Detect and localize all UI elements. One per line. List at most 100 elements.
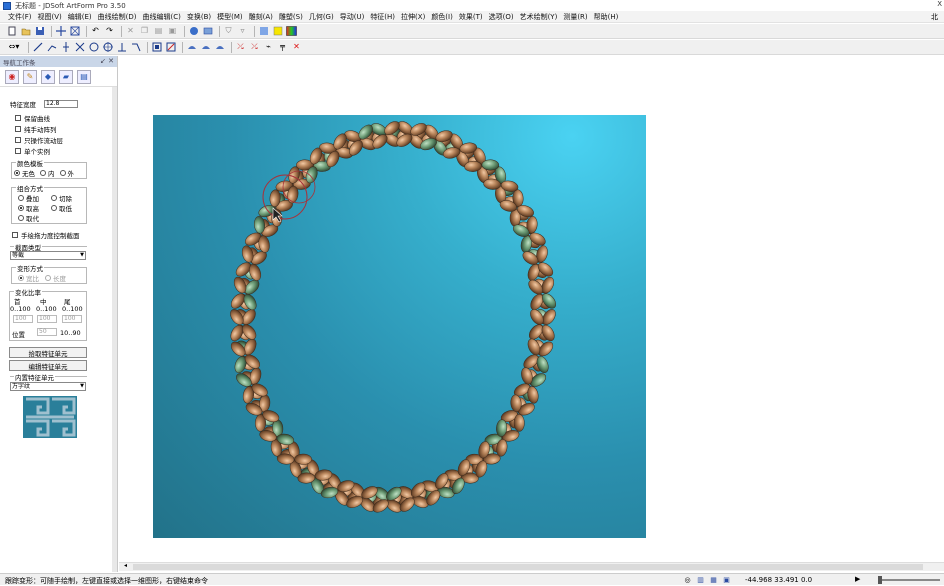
view-icon[interactable] bbox=[202, 26, 213, 37]
menu-item-help[interactable]: 帮助(H) bbox=[594, 12, 619, 22]
keep-curve-checkbox[interactable]: 保留曲线 bbox=[15, 113, 50, 123]
pick-feature-button[interactable]: 拾取特征单元 bbox=[9, 347, 87, 358]
dropper-icon[interactable]: ╤ bbox=[277, 42, 288, 53]
cross-icon[interactable] bbox=[74, 42, 85, 53]
menu-item-guide[interactable]: 导动(U) bbox=[340, 12, 365, 22]
frame-icon[interactable] bbox=[69, 26, 80, 37]
snap2-icon[interactable] bbox=[200, 42, 211, 53]
open-icon[interactable] bbox=[20, 26, 31, 37]
save-icon[interactable] bbox=[34, 26, 45, 37]
vertical-icon[interactable] bbox=[60, 42, 71, 53]
book-tab-icon[interactable]: ▤ bbox=[77, 69, 91, 84]
menu-item-curve-draw[interactable]: 曲线绘制(D) bbox=[98, 12, 137, 22]
yellow-color-icon[interactable] bbox=[272, 26, 283, 37]
combine-high-radio[interactable] bbox=[18, 205, 24, 211]
polyline-icon[interactable] bbox=[46, 42, 57, 53]
grid-icon[interactable] bbox=[55, 26, 66, 37]
play-icon[interactable]: ▶ bbox=[855, 575, 860, 583]
tool1-icon[interactable]: ⤯ bbox=[235, 42, 246, 53]
t-icon[interactable] bbox=[116, 42, 127, 53]
copy-icon[interactable]: ❐ bbox=[139, 26, 150, 37]
menu-item-edit[interactable]: 编辑(E) bbox=[68, 12, 92, 22]
combine-add-radio[interactable] bbox=[18, 195, 24, 201]
shape-tab-icon[interactable]: ◆ bbox=[41, 69, 55, 84]
feature-width-input[interactable]: 12.8 bbox=[44, 100, 78, 108]
canvas-scrollbar[interactable]: ◂ bbox=[119, 562, 944, 571]
line-icon[interactable] bbox=[32, 42, 43, 53]
3d-viewport[interactable] bbox=[153, 115, 646, 538]
hand-draw-control-checkbox[interactable]: 手绘拖力度控制截面 bbox=[12, 230, 80, 240]
color-outer-radio[interactable] bbox=[59, 170, 66, 176]
menu-item-view[interactable]: 视图(V) bbox=[38, 12, 62, 22]
ratio-mid-input[interactable]: 100 bbox=[37, 315, 57, 323]
measure-icon[interactable] bbox=[165, 42, 176, 53]
deform-length-radio[interactable] bbox=[45, 275, 51, 281]
color-inner-radio[interactable] bbox=[40, 170, 46, 176]
new-icon[interactable] bbox=[6, 26, 17, 37]
gradient-color-icon[interactable] bbox=[286, 26, 297, 37]
print-icon[interactable]: ▣ bbox=[167, 26, 178, 37]
builtin-feature-select[interactable]: 万字纹 ▼ bbox=[10, 382, 86, 391]
panel-scrollbar[interactable] bbox=[112, 87, 117, 572]
circle-cross-icon[interactable] bbox=[102, 42, 113, 53]
snap1-icon[interactable] bbox=[186, 42, 197, 53]
cut-icon[interactable]: ✕ bbox=[125, 26, 136, 37]
undo-icon[interactable]: ↶ bbox=[90, 26, 101, 37]
menu-item-options[interactable]: 选项(O) bbox=[489, 12, 514, 22]
menu-item-extrude[interactable]: 拉伸(X) bbox=[401, 12, 425, 22]
zoom-slider[interactable] bbox=[878, 576, 940, 584]
combine-cut-radio[interactable] bbox=[51, 195, 57, 201]
redo-icon[interactable]: ↷ bbox=[104, 26, 115, 37]
paste-icon[interactable]: ▤ bbox=[153, 26, 164, 37]
feature-tab-icon[interactable]: ◉ bbox=[5, 69, 19, 84]
menu-item-art-draw[interactable]: 艺术绘制(Y) bbox=[520, 12, 558, 22]
menu-item-geometry[interactable]: 几何(G) bbox=[309, 12, 334, 22]
grid-icon[interactable]: ▦ bbox=[709, 575, 718, 584]
brush-tab-icon[interactable]: ✎ bbox=[23, 69, 37, 84]
combine-low-radio[interactable] bbox=[51, 205, 57, 211]
menu-item-measure[interactable]: 测量(R) bbox=[563, 12, 587, 22]
menu-item-file[interactable]: 文件(F) bbox=[8, 12, 32, 22]
layers-icon[interactable]: ▥ bbox=[696, 575, 705, 584]
ratio-group: 变化比率 首 中 尾 0..100 0..100 0..100 100 100 … bbox=[9, 287, 87, 341]
menu-item-sculpt[interactable]: 雕塑(S) bbox=[279, 12, 303, 22]
close-window-button[interactable]: X bbox=[937, 0, 942, 8]
menu-item-transform[interactable]: 变换(B) bbox=[187, 12, 211, 22]
scrollbar-thumb[interactable] bbox=[133, 564, 923, 570]
delete-icon[interactable]: ✕ bbox=[291, 42, 302, 53]
scroll-left-arrow-icon[interactable]: ◂ bbox=[124, 562, 127, 569]
edit-feature-button[interactable]: 编辑特征单元 bbox=[9, 360, 87, 371]
menu-item-carve[interactable]: 雕刻(A) bbox=[249, 12, 273, 22]
position-input[interactable]: 50 bbox=[37, 328, 57, 336]
ratio-tail-input[interactable]: 100 bbox=[62, 315, 82, 323]
sphere-icon[interactable] bbox=[188, 26, 199, 37]
menu-item-feature[interactable]: 特征(H) bbox=[370, 12, 395, 22]
single-instance-checkbox[interactable]: 单个实例 bbox=[15, 146, 50, 156]
braid-segment bbox=[294, 453, 312, 465]
manual-array-checkbox[interactable]: 纯手动阵列 bbox=[15, 124, 57, 134]
ratio-head-input[interactable]: 100 bbox=[13, 315, 33, 323]
layers-tab-icon[interactable]: ▰ bbox=[59, 69, 73, 84]
section-type-select[interactable]: 等截 ▼ bbox=[10, 251, 86, 260]
snap3-icon[interactable] bbox=[214, 42, 225, 53]
menu-item-color[interactable]: 颜色(I) bbox=[431, 12, 453, 22]
scissors-icon[interactable] bbox=[130, 42, 141, 53]
color-none-radio[interactable] bbox=[14, 170, 20, 176]
palette-icon[interactable] bbox=[258, 26, 269, 37]
shield-icon[interactable]: ⛉ bbox=[223, 26, 234, 37]
cup-icon[interactable]: ▿ bbox=[237, 26, 248, 37]
panel-pin-icon[interactable]: ↙ ✕ bbox=[100, 57, 114, 65]
circle-icon[interactable] bbox=[88, 42, 99, 53]
operate-layer-checkbox[interactable]: 只操作流动层 bbox=[15, 135, 63, 145]
combine-replace-radio[interactable] bbox=[18, 215, 24, 221]
select-icon[interactable] bbox=[151, 42, 162, 53]
deform-ratio-radio[interactable] bbox=[18, 275, 24, 281]
window-icon[interactable]: ▣ bbox=[722, 575, 731, 584]
menu-item-model[interactable]: 模型(M) bbox=[217, 12, 243, 22]
menu-item-effect[interactable]: 效果(T) bbox=[459, 12, 483, 22]
menu-item-curve-edit[interactable]: 曲线编辑(C) bbox=[143, 12, 181, 22]
nav-icon[interactable]: ◎ bbox=[683, 575, 692, 584]
tool2-icon[interactable]: ⤯ bbox=[249, 42, 260, 53]
brush-icon[interactable]: ⌁ bbox=[263, 42, 274, 53]
arrows-icon[interactable]: ⇔▾ bbox=[6, 42, 22, 53]
